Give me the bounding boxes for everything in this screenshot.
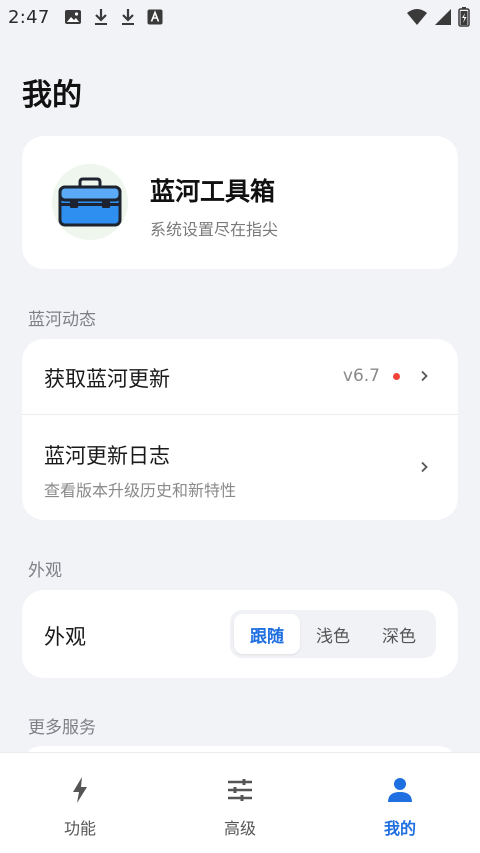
bolt-icon	[65, 775, 95, 805]
app-name: 蓝河工具箱	[150, 177, 276, 206]
status-time: 2:47	[8, 6, 50, 28]
app-info-card[interactable]: 蓝河工具箱 系统设置尽在指尖	[22, 136, 458, 269]
changelog-row[interactable]: 蓝河更新日志 查看版本升级历史和新特性	[22, 415, 458, 520]
appearance-option-follow[interactable]: 跟随	[234, 614, 300, 654]
nav-label: 高级	[223, 819, 256, 838]
app-subtitle: 系统设置尽在指尖	[150, 220, 279, 239]
changelog-subtitle: 查看版本升级历史和新特性	[44, 481, 237, 500]
section-label-more: 更多服务	[28, 718, 96, 738]
toolbox-icon	[52, 164, 128, 240]
battery-icon	[458, 7, 470, 27]
appearance-label: 外观	[44, 625, 86, 649]
signal-icon	[434, 8, 452, 26]
sliders-icon	[225, 775, 255, 805]
nav-label: 我的	[383, 819, 416, 838]
chevron-right-icon	[421, 461, 428, 473]
dynamic-card: 获取蓝河更新 v6.7 蓝河更新日志 查看版本升级历史和新特性	[22, 339, 458, 520]
get-update-title: 获取蓝河更新	[44, 367, 170, 391]
wifi-icon	[406, 8, 428, 26]
section-label-dynamic: 蓝河动态	[28, 310, 96, 330]
status-bar: 2:47	[0, 0, 480, 34]
nav-label: 功能	[63, 819, 96, 838]
nav-item-features[interactable]: 功能	[0, 753, 160, 853]
appearance-card: 外观 跟随 浅色 深色	[22, 590, 458, 678]
download-icon	[120, 8, 136, 26]
page-title: 我的	[22, 78, 82, 113]
appearance-option-dark[interactable]: 深色	[366, 614, 432, 654]
image-icon	[64, 9, 82, 25]
download-icon	[93, 8, 109, 26]
version-label: v6.7	[342, 366, 380, 386]
appearance-option-light[interactable]: 浅色	[300, 614, 366, 654]
person-icon	[385, 775, 415, 805]
get-update-row[interactable]: 获取蓝河更新 v6.7	[22, 339, 458, 414]
chevron-right-icon	[421, 370, 428, 382]
appearance-segmented-control: 跟随 浅色 深色	[230, 610, 436, 658]
font-icon	[147, 9, 163, 25]
section-label-appearance: 外观	[28, 561, 62, 581]
bottom-nav: 功能 高级 我的	[0, 752, 480, 853]
nav-item-advanced[interactable]: 高级	[160, 753, 320, 853]
nav-item-mine[interactable]: 我的	[320, 753, 480, 853]
update-badge	[393, 373, 400, 380]
changelog-title: 蓝河更新日志	[44, 444, 170, 468]
